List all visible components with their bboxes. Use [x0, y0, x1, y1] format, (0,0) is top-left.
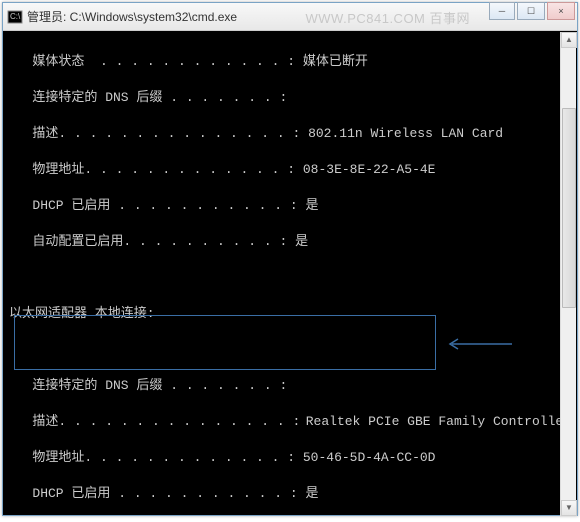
media-state-label: 媒体状态	[32, 54, 84, 69]
desc-label: 描述	[32, 414, 58, 429]
terminal-output[interactable]: 媒体状态 . . . . . . . . . . . . : 媒体已断开 连接特…	[3, 31, 577, 515]
dns-suffix-label: 连接特定的 DNS 后缀	[32, 90, 162, 105]
scroll-up-button[interactable]: ▲	[561, 32, 577, 48]
minimize-button[interactable]: ─	[489, 2, 515, 20]
desc-label: 描述	[32, 126, 58, 141]
cmd-window: C:\ 管理员: C:\Windows\system32\cmd.exe ─ ☐…	[2, 2, 578, 516]
maximize-button[interactable]: ☐	[517, 2, 545, 20]
adapter-header: 以太网适配器 本地连接:	[9, 305, 571, 323]
dhcp-enabled-label: DHCP 已启用	[32, 486, 110, 501]
phys-label: 物理地址	[32, 450, 84, 465]
dns-suffix-label: 连接特定的 DNS 后缀	[32, 378, 162, 393]
titlebar[interactable]: C:\ 管理员: C:\Windows\system32\cmd.exe ─ ☐…	[3, 3, 577, 31]
scroll-down-button[interactable]: ▼	[561, 500, 577, 516]
scrollbar[interactable]: ▲ ▼	[560, 32, 576, 516]
dhcp-enabled-value: 是	[305, 197, 318, 215]
dhcp-enabled-label: DHCP 已启用	[32, 198, 110, 213]
autoconf-label: 自动配置已启用	[32, 234, 123, 249]
phys-value: 08-3E-8E-22-A5-4E	[303, 161, 436, 179]
phys-label: 物理地址	[32, 162, 84, 177]
close-button[interactable]: ×	[547, 2, 575, 20]
scroll-track[interactable]	[561, 48, 576, 500]
autoconf-value: 是	[295, 233, 308, 251]
svg-text:C:\: C:\	[10, 12, 21, 21]
app-icon: C:\	[7, 9, 23, 25]
desc-value: Realtek PCIe GBE Family Controller	[306, 413, 571, 431]
phys-value: 50-46-5D-4A-CC-0D	[303, 449, 436, 467]
desc-value: 802.11n Wireless LAN Card	[308, 125, 503, 143]
media-state-value: 媒体已断开	[303, 53, 368, 71]
dhcp-enabled-value: 是	[305, 485, 318, 503]
scroll-thumb[interactable]	[562, 108, 576, 308]
